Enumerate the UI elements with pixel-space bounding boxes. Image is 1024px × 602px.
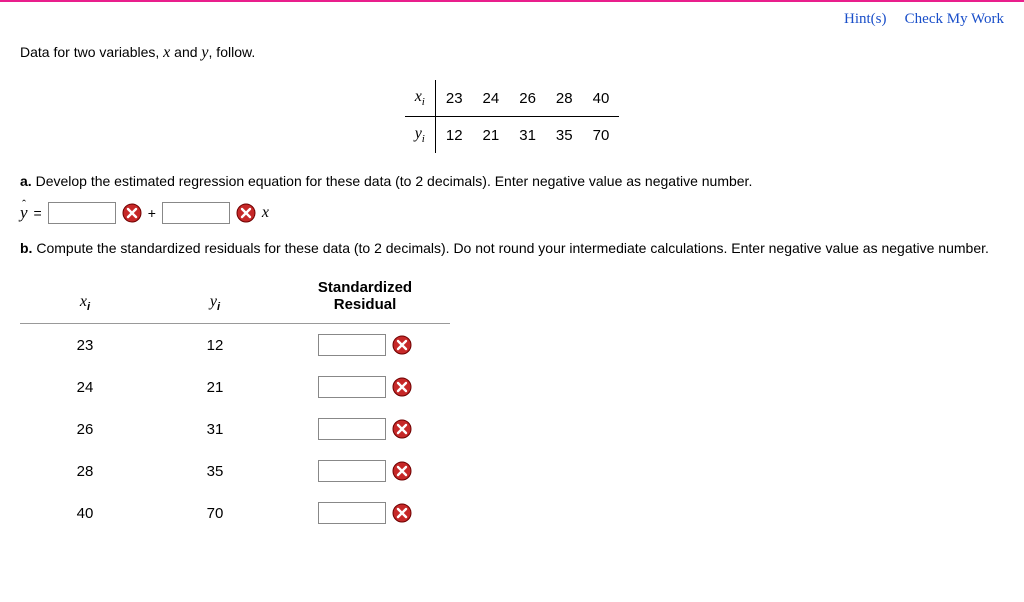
intro-and: and (170, 44, 201, 60)
incorrect-icon (392, 377, 412, 397)
part-b: b. Compute the standardized residuals fo… (20, 238, 1004, 259)
cell-x: 28 (20, 450, 150, 492)
part-a-label: a. (20, 173, 32, 189)
x-val: 26 (509, 80, 546, 117)
var-y: y (201, 44, 208, 61)
yi-label: y (415, 125, 422, 142)
incorrect-icon (392, 461, 412, 481)
header-line1: Standardized (288, 279, 442, 296)
cell-y: 12 (150, 324, 280, 367)
incorrect-icon (392, 335, 412, 355)
part-a: a. Develop the estimated regression equa… (20, 171, 1004, 192)
col-y-header: yi (150, 269, 280, 324)
intro-post: , follow. (209, 44, 256, 60)
yhat-symbol: ˆy (20, 203, 28, 223)
y-val: 35 (546, 117, 583, 154)
part-b-label: b. (20, 240, 32, 256)
y-val: 21 (473, 117, 510, 154)
x-val: 28 (546, 80, 583, 117)
plus-sign: + (148, 205, 156, 221)
sub-i: i (217, 301, 220, 313)
col-x-var: x (80, 293, 87, 310)
intro-pre: Data for two variables, (20, 44, 163, 60)
equals-sign: = (34, 205, 42, 221)
incorrect-icon (392, 503, 412, 523)
y-val: 70 (583, 117, 620, 154)
hat-icon: ˆ (22, 197, 26, 212)
cell-residual (280, 366, 450, 408)
residual-table: xi yi Standardized Residual 23 12 24 21 … (20, 269, 450, 534)
top-links: Hint(s) Check My Work (0, 2, 1024, 34)
residual-input[interactable] (318, 418, 386, 440)
cell-y: 21 (150, 366, 280, 408)
table-header-row: xi yi Standardized Residual (20, 269, 450, 324)
intro-text: Data for two variables, x and y, follow. (20, 44, 1004, 62)
col-y-var: y (210, 293, 217, 310)
x-val: 23 (435, 80, 472, 117)
x-var: x (262, 204, 269, 222)
cell-residual (280, 492, 450, 534)
xi-label: x (415, 88, 422, 105)
cell-y: 31 (150, 408, 280, 450)
content: Data for two variables, x and y, follow.… (0, 34, 1024, 554)
xi-header: xi (405, 80, 436, 117)
cell-residual (280, 450, 450, 492)
sub-i: i (87, 301, 90, 313)
incorrect-icon (122, 203, 142, 223)
x-val: 24 (473, 80, 510, 117)
col-x-header: xi (20, 269, 150, 324)
table-row: 23 12 (20, 324, 450, 367)
incorrect-icon (236, 203, 256, 223)
cell-x: 26 (20, 408, 150, 450)
residual-input[interactable] (318, 460, 386, 482)
col-residual-header: Standardized Residual (280, 269, 450, 324)
sub-i: i (422, 96, 425, 108)
data-table: xi 23 24 26 28 40 yi 12 21 31 35 70 (405, 80, 620, 153)
table-row: yi 12 21 31 35 70 (405, 117, 620, 154)
cell-y: 70 (150, 492, 280, 534)
table-row: 24 21 (20, 366, 450, 408)
y-val: 31 (509, 117, 546, 154)
equation-line: ˆy = + x (20, 202, 1004, 224)
incorrect-icon (392, 419, 412, 439)
part-a-text: Develop the estimated regression equatio… (32, 173, 753, 189)
residual-input[interactable] (318, 334, 386, 356)
intercept-input[interactable] (48, 202, 116, 224)
cell-residual (280, 324, 450, 367)
yi-header: yi (405, 117, 436, 154)
table-row: 28 35 (20, 450, 450, 492)
cell-x: 24 (20, 366, 150, 408)
slope-input[interactable] (162, 202, 230, 224)
cell-residual (280, 408, 450, 450)
check-my-work-link[interactable]: Check My Work (905, 11, 1004, 27)
sub-i: i (422, 133, 425, 145)
cell-y: 35 (150, 450, 280, 492)
table-row: 26 31 (20, 408, 450, 450)
residual-input[interactable] (318, 376, 386, 398)
hints-link[interactable]: Hint(s) (844, 11, 887, 27)
residual-input[interactable] (318, 502, 386, 524)
table-row: xi 23 24 26 28 40 (405, 80, 620, 117)
x-val: 40 (583, 80, 620, 117)
y-val: 12 (435, 117, 472, 154)
cell-x: 23 (20, 324, 150, 367)
header-line2: Residual (288, 296, 442, 313)
part-b-text: Compute the standardized residuals for t… (32, 240, 988, 256)
table-row: 40 70 (20, 492, 450, 534)
cell-x: 40 (20, 492, 150, 534)
